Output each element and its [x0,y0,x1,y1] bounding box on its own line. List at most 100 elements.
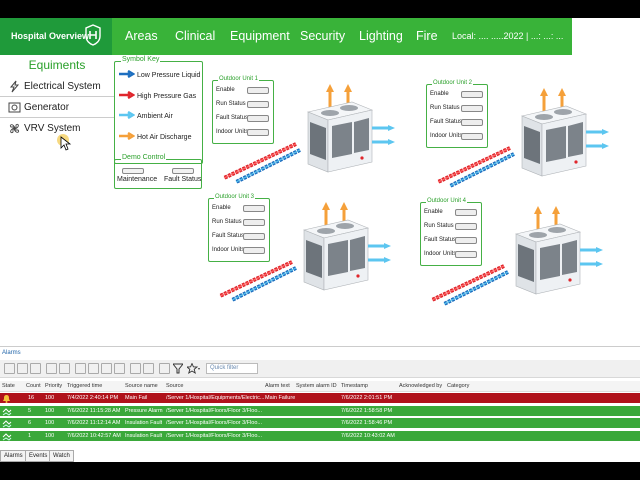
symbol-key-title: Symbol Key [121,56,161,63]
alarm-row[interactable]: 16 100 7/4/2022 2:40:14 PM Main Fail/Server… [0,393,640,404]
alarm-priority: 100 [45,407,55,414]
unit-row-label: Indoor Units [430,133,463,139]
column-header[interactable]: Timestamp [341,383,368,389]
unit-status-indicator[interactable] [243,233,265,240]
source-icon[interactable] [130,363,141,374]
edit-icon[interactable] [143,363,154,374]
brand-tile[interactable]: Hospital Overview [0,18,112,55]
unit-status-indicator[interactable] [455,237,477,244]
favorite-star-icon[interactable] [187,363,201,374]
unit-row-label: Run Status [430,105,460,111]
alarms-table-header: State Count Priority Triggered time Source n… [0,381,640,392]
column-header[interactable]: Triggered time [67,383,102,389]
unit-status-indicator[interactable] [247,129,269,136]
maintenance-toggle[interactable] [122,168,144,174]
outdoor-unit-4[interactable]: Outdoor Unit 4 Enable Run Status Fault St… [420,198,610,310]
key-label: Ambient Air [137,113,173,120]
red-arrow-icon [119,91,135,99]
key-label: High Pressure Gas [137,93,197,100]
fan-icon [9,123,20,134]
ambient-air-arrows [368,243,391,263]
unit-status-indicator[interactable] [243,205,265,212]
unit-status-indicator[interactable] [455,209,477,216]
ambient-air-arrows [372,125,395,145]
alarm-source-name: Insulation Fault [125,432,163,439]
tab-events[interactable]: Events [25,450,52,462]
unit-status-indicator[interactable] [247,87,269,94]
unit-title: Outdoor Unit 4 [426,198,468,204]
column-header[interactable]: Alarm text [265,383,290,389]
alarm-count: 5 [28,407,32,414]
column-header[interactable]: Acknowledged by [399,383,442,389]
equipments-title: Equiments [28,58,86,72]
acknowledge-icon[interactable] [4,363,15,374]
alarm-triggered-time: 7/6/2022 11:15:28 AM [67,407,121,414]
key-label: Low Pressure Liquid [137,72,201,79]
column-header[interactable]: Source [166,383,183,389]
unit-status-indicator[interactable] [247,101,269,108]
reset-icon[interactable] [17,363,28,374]
tab-alarms[interactable]: Alarms [0,450,27,462]
column-header[interactable]: Priority [45,383,62,389]
alarm-count: 6 [28,420,32,426]
outdoor-unit-3[interactable]: Outdoor Unit 3 Enable Run Status Fault St… [208,194,398,306]
fault-status-label: Fault Status [164,176,202,183]
unit-status-indicator[interactable] [461,105,483,112]
forward-icon[interactable] [159,363,170,374]
column-header[interactable]: Count [26,383,41,389]
unit-status-indicator[interactable] [247,115,269,122]
link-icon[interactable] [59,363,70,374]
condenser-unit [302,219,370,291]
light-blue-arrow-icon [119,111,135,119]
nav-areas[interactable]: Areas [125,29,158,43]
equipment-generator[interactable]: Generator [0,97,114,118]
ambient-air-arrows [586,129,609,149]
print-icon[interactable] [114,363,125,374]
unit-status-indicator[interactable] [455,251,477,258]
disable-icon[interactable] [30,363,41,374]
unit-status-indicator[interactable] [461,91,483,98]
alarm-source-name: Main Fail [125,395,148,401]
unit-status-indicator[interactable] [461,119,483,126]
outdoor-unit-1[interactable]: Outdoor Unit 1 Enable Run Status Fault St… [212,76,402,188]
column-header[interactable]: Category [447,383,469,389]
report-icon[interactable] [101,363,112,374]
alarm-row[interactable]: 5 100 7/6/2022 11:15:28 AM Pressure Alarm/S… [0,405,640,417]
unit-status-indicator[interactable] [461,133,483,140]
assign-icon[interactable] [75,363,86,374]
mouse-pointer-icon [57,134,72,151]
comment-icon[interactable] [46,363,57,374]
alarm-source: /Server 1/Hospital/Floors/Floor 3/Floo..… [166,407,262,414]
unit-status-indicator[interactable] [243,247,265,254]
nav-equipment[interactable]: Equipment [230,29,290,43]
equipment-electrical-system[interactable]: Electrical System [0,76,114,97]
nav-fire[interactable]: Fire [416,29,438,43]
nav-clinical[interactable]: Clinical [175,29,215,43]
filter-icon[interactable] [173,363,183,374]
unit-status-indicator[interactable] [243,219,265,226]
brand-title: Hospital Overview [11,31,90,41]
unit-row-label: Fault Status [216,115,249,121]
nav-lighting[interactable]: Lighting [359,29,403,43]
ambient-air-arrows [580,247,603,267]
alarm-source-name: Insulation Fault [125,420,163,426]
hospital-logo-icon [85,24,101,46]
nav-security[interactable]: Security [300,29,345,43]
unit-row-label: Fault Status [430,119,463,125]
alarm-row[interactable]: 1 100 7/6/2022 10:42:57 AM Insulation Fault… [0,430,640,442]
hospital-overview-screen: Hospital Overview Areas Clinical Equipme… [0,18,640,462]
unit-row-label: Fault Status [212,233,245,239]
fault-status-toggle[interactable] [172,168,194,174]
key-label: Hot Air Discharge [137,134,192,141]
notes-icon[interactable] [88,363,99,374]
quick-filter-input[interactable]: Quick filter [206,363,258,374]
outdoor-unit-2[interactable]: Outdoor Unit 2 Enable Run Status Fault St… [426,80,616,192]
unit-status-indicator[interactable] [455,223,477,230]
column-header[interactable]: System alarm ID [296,383,337,389]
unit-row-label: Fault Status [424,237,457,243]
column-header[interactable]: State [2,383,15,389]
tab-watch[interactable]: Watch [49,450,74,462]
alarm-row[interactable]: 6 100 7/6/2022 11:12:14 AM Insulation Fault… [0,418,640,429]
column-header[interactable]: Source name [125,383,158,389]
condenser-unit [306,101,374,173]
